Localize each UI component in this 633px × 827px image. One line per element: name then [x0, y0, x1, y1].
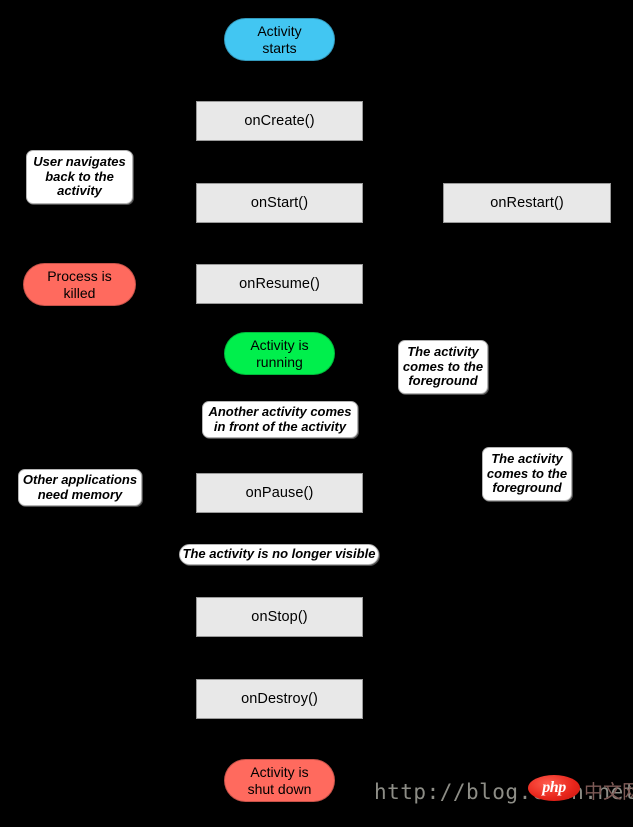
lifecycle-method-on-restart: onRestart() [443, 183, 611, 223]
lifecycle-method-on-start: onStart() [196, 183, 363, 223]
activity-lifecycle-diagram: The activity is no longer visible The act… [0, 0, 633, 827]
php-logo-label: php [542, 779, 566, 796]
lifecycle-method-on-stop: onStop() [196, 597, 363, 637]
lifecycle-state-activity-shut: Activity is shut down [224, 759, 335, 802]
watermark-chinese-label: 中文网 [584, 781, 633, 803]
transition-label-no-longer-visible: The activity is no longer visible [179, 544, 379, 565]
lifecycle-state-process-killed: Process is killed [23, 263, 136, 306]
php-logo-icon: php [528, 775, 580, 801]
transition-label-another-activity: Another activity comes in front of the a… [202, 401, 358, 438]
lifecycle-state-activity-running: Activity is running [224, 332, 335, 375]
lifecycle-state-activity-starts: Activity starts [224, 18, 335, 61]
transition-label-activity-foreground-2: The activity comes to the foreground [482, 447, 572, 501]
transition-label-other-apps-memory: Other applications need memory [18, 469, 142, 506]
lifecycle-method-on-resume: onResume() [196, 264, 363, 304]
lifecycle-method-on-create: onCreate() [196, 101, 363, 141]
transition-label-activity-foreground-1: The activity comes to the foreground [398, 340, 488, 394]
lifecycle-method-on-destroy: onDestroy() [196, 679, 363, 719]
lifecycle-method-on-pause: onPause() [196, 473, 363, 513]
transition-label-user-navigates-back: User navigates back to the activity [26, 150, 133, 204]
